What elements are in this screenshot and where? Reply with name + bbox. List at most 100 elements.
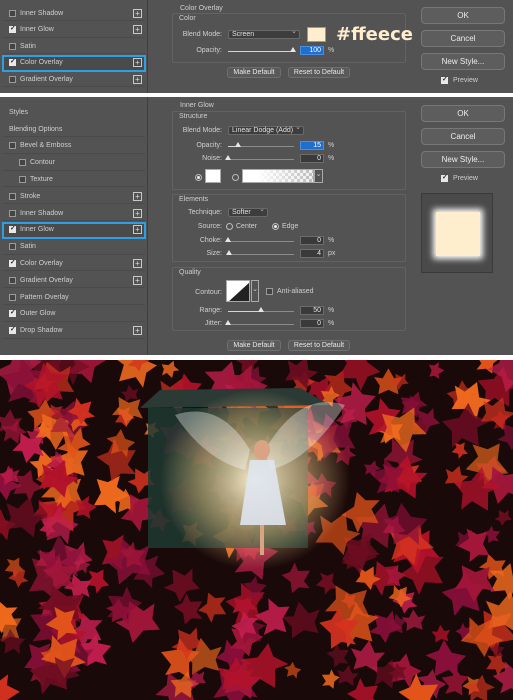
opacity-slider-thumb[interactable] <box>234 142 241 147</box>
make-default-button[interactable]: Make Default <box>227 67 281 78</box>
style-item-label: Gradient Overlay <box>20 75 73 83</box>
gradient-dropdown-arrow[interactable]: ⌄ <box>314 169 323 183</box>
add-effect-icon[interactable]: + <box>133 275 142 285</box>
style-checkbox[interactable] <box>9 42 16 50</box>
size-slider-thumb[interactable] <box>226 250 233 255</box>
blend-mode-dropdown[interactable]: Linear Dodge (Add) <box>228 124 304 135</box>
style-checkbox[interactable] <box>9 258 16 267</box>
styles-header[interactable]: Styles <box>9 109 28 116</box>
style-checkbox[interactable] <box>9 57 16 66</box>
style-checkbox[interactable] <box>9 308 16 318</box>
reset-default-button[interactable]: Reset to Default <box>288 67 350 78</box>
add-effect-icon[interactable]: + <box>133 58 142 67</box>
style-item-pattern-overlay[interactable]: Pattern Overlay <box>3 290 145 305</box>
opacity-input[interactable]: 100 <box>300 46 324 55</box>
cancel-button[interactable]: Cancel <box>421 30 505 47</box>
noise-slider[interactable] <box>225 155 294 160</box>
contour-dropdown-arrow[interactable]: ⌄ <box>251 280 259 302</box>
noise-input[interactable]: 0 <box>300 154 324 163</box>
antialiased-option[interactable]: Anti-aliased <box>266 288 314 295</box>
style-checkbox[interactable] <box>9 293 16 301</box>
noise-slider-thumb[interactable] <box>225 155 231 160</box>
preview-check[interactable] <box>441 75 448 84</box>
add-effect-icon[interactable]: + <box>133 8 142 18</box>
color-swatch[interactable] <box>307 27 326 42</box>
source-edge-radio[interactable] <box>272 223 279 230</box>
source-edge-option[interactable]: Edge <box>272 223 298 230</box>
add-effect-icon[interactable]: + <box>133 326 142 336</box>
style-checkbox[interactable] <box>9 209 16 217</box>
opacity-slider[interactable] <box>228 142 294 147</box>
cancel-button[interactable]: Cancel <box>421 128 505 145</box>
style-item-inner-shadow[interactable]: Inner Shadow + <box>3 6 145 21</box>
style-item-drop-shadow[interactable]: Drop Shadow + <box>3 324 145 339</box>
style-checkbox[interactable] <box>9 142 16 150</box>
opacity-slider-thumb[interactable] <box>290 47 296 52</box>
jitter-slider-thumb[interactable] <box>225 320 231 325</box>
style-item-inner-glow[interactable]: Inner Glow + <box>2 221 146 239</box>
style-checkbox[interactable] <box>19 175 26 183</box>
style-checkbox[interactable] <box>9 24 16 33</box>
add-effect-icon[interactable]: + <box>133 208 142 218</box>
style-item-stroke[interactable]: Stroke + <box>3 189 145 205</box>
range-slider-thumb[interactable] <box>258 307 264 312</box>
style-checkbox[interactable] <box>9 192 16 200</box>
style-item-blending-options[interactable]: Blending Options <box>3 122 145 137</box>
add-effect-icon[interactable]: + <box>133 258 142 268</box>
blend-mode-dropdown[interactable]: Screen <box>228 28 300 39</box>
new-style-button[interactable]: New Style... <box>421 53 505 70</box>
choke-input[interactable]: 0 <box>300 236 324 245</box>
antialiased-checkbox[interactable] <box>266 288 273 295</box>
add-effect-icon[interactable]: + <box>133 191 142 201</box>
style-checkbox[interactable] <box>19 159 26 167</box>
glow-color-swatch[interactable] <box>205 169 221 183</box>
style-item-inner-glow[interactable]: Inner Glow + <box>3 23 145 38</box>
style-item-bevel-emboss[interactable]: Bevel & Emboss <box>3 139 145 154</box>
gradient-picker[interactable] <box>242 169 314 183</box>
opacity-slider[interactable] <box>228 47 296 52</box>
style-item-contour[interactable]: Contour <box>3 156 145 171</box>
jitter-input[interactable]: 0 <box>300 319 324 328</box>
ok-button[interactable]: OK <box>421 7 505 24</box>
source-center-option[interactable]: Center <box>226 223 257 230</box>
choke-slider-thumb[interactable] <box>225 237 231 242</box>
style-item-inner-shadow[interactable]: Inner Shadow + <box>3 206 145 221</box>
style-item-texture[interactable]: Texture <box>3 172 145 188</box>
choke-slider[interactable] <box>225 237 294 242</box>
style-checkbox[interactable] <box>9 276 16 284</box>
color-radio[interactable] <box>195 174 202 181</box>
reset-default-button[interactable]: Reset to Default <box>288 340 350 351</box>
style-checkbox[interactable] <box>9 75 16 83</box>
size-slider[interactable] <box>226 250 294 255</box>
style-item-color-overlay[interactable]: Color Overlay + <box>2 54 146 72</box>
preview-checkbox[interactable]: Preview <box>441 173 478 182</box>
preview-check[interactable] <box>441 173 448 182</box>
opacity-input[interactable]: 15 <box>300 141 324 150</box>
style-item-satin[interactable]: Satin <box>3 240 145 255</box>
style-checkbox[interactable] <box>9 9 16 17</box>
style-item-outer-glow[interactable]: Outer Glow <box>3 307 145 322</box>
size-input[interactable]: 4 <box>300 249 324 258</box>
jitter-slider[interactable] <box>225 320 294 325</box>
contour-picker[interactable] <box>226 280 250 302</box>
gradient-radio[interactable] <box>232 174 239 181</box>
style-checkbox[interactable] <box>9 243 16 251</box>
range-input[interactable]: 50 <box>300 306 324 315</box>
source-center-radio[interactable] <box>226 223 233 230</box>
style-checkbox[interactable] <box>9 325 16 335</box>
style-item-gradient-overlay[interactable]: Gradient Overlay + <box>3 273 145 289</box>
add-effect-icon[interactable]: + <box>133 25 142 34</box>
range-slider[interactable] <box>228 307 294 312</box>
add-effect-icon[interactable]: + <box>133 225 142 235</box>
add-effect-icon[interactable]: + <box>133 74 142 84</box>
technique-dropdown[interactable]: Softer <box>228 206 268 217</box>
ok-button[interactable]: OK <box>421 105 505 122</box>
new-style-button[interactable]: New Style... <box>421 151 505 168</box>
style-checkbox[interactable] <box>9 224 16 234</box>
make-default-button[interactable]: Make Default <box>227 340 281 351</box>
style-item-gradient-overlay[interactable]: Gradient Overlay + <box>3 72 145 87</box>
style-item-color-overlay[interactable]: Color Overlay + <box>3 256 145 272</box>
preview-checkbox[interactable]: Preview <box>441 75 478 84</box>
style-item-label: Color Overlay <box>20 259 63 267</box>
style-item-satin[interactable]: Satin <box>3 39 145 54</box>
